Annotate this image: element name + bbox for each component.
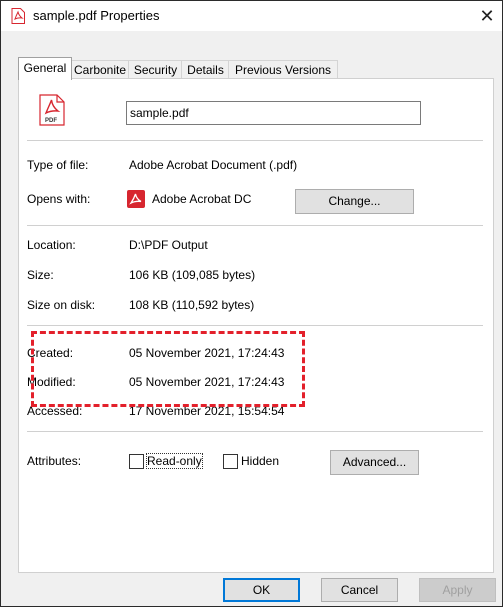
location-value: D:\PDF Output	[129, 238, 208, 252]
size-value: 106 KB (109,085 bytes)	[129, 268, 256, 282]
read-only-label[interactable]: Read-only	[146, 453, 203, 469]
tab-label: Details	[187, 63, 224, 77]
close-button[interactable]: ✕	[472, 1, 502, 31]
tab-security[interactable]: Security	[128, 60, 183, 79]
highlight-annotation	[31, 331, 305, 407]
divider	[27, 225, 483, 226]
cancel-button-label: Cancel	[340, 583, 379, 597]
file-type-badge: PDF	[45, 118, 57, 124]
apply-button-label: Apply	[442, 583, 473, 597]
tab-label: Security	[133, 63, 178, 77]
tab-label: Carbonite	[73, 63, 127, 77]
tab-carbonite[interactable]: Carbonite	[70, 60, 130, 79]
ok-button[interactable]: OK	[223, 578, 300, 602]
opens-with-label: Opens with:	[27, 192, 91, 206]
divider	[27, 325, 483, 326]
general-panel: PDF sample.pdf Type of file: Adobe Acrob…	[18, 78, 494, 573]
properties-dialog: sample.pdf Properties ✕ General Carbonit…	[0, 0, 503, 607]
type-of-file-label: Type of file:	[27, 158, 89, 172]
acrobat-icon	[127, 190, 145, 208]
size-on-disk-label: Size on disk:	[27, 298, 96, 312]
tab-details[interactable]: Details	[181, 60, 230, 79]
attributes-label: Attributes:	[27, 454, 82, 468]
filename-field[interactable]: sample.pdf	[126, 101, 421, 125]
close-icon: ✕	[479, 5, 495, 26]
tab-label: Previous Versions	[234, 63, 332, 77]
ok-button-label: OK	[252, 583, 271, 597]
size-on-disk-value: 108 KB (110,592 bytes)	[129, 298, 255, 312]
tab-label: General	[23, 61, 67, 75]
window-title: sample.pdf Properties	[33, 8, 160, 23]
change-button[interactable]: Change...	[295, 189, 414, 214]
advanced-button[interactable]: Advanced...	[330, 450, 419, 475]
filename-value: sample.pdf	[130, 106, 189, 120]
size-label: Size:	[27, 268, 54, 282]
hidden-checkbox[interactable]	[223, 454, 238, 469]
hidden-label[interactable]: Hidden	[241, 454, 279, 468]
tab-previous-versions[interactable]: Previous Versions	[228, 60, 338, 79]
advanced-button-label: Advanced...	[342, 455, 407, 469]
tab-general[interactable]: General	[18, 57, 72, 80]
cancel-button[interactable]: Cancel	[321, 578, 398, 602]
divider	[27, 140, 483, 141]
type-of-file-value: Adobe Acrobat Document (.pdf)	[129, 158, 298, 172]
apply-button[interactable]: Apply	[419, 578, 496, 602]
opens-with-value: Adobe Acrobat DC	[152, 192, 252, 206]
read-only-checkbox[interactable]	[129, 454, 144, 469]
change-button-label: Change...	[328, 194, 381, 208]
pdf-file-icon	[11, 8, 25, 24]
divider	[27, 431, 483, 432]
title-bar: sample.pdf Properties ✕	[1, 1, 502, 31]
location-label: Location:	[27, 238, 76, 252]
